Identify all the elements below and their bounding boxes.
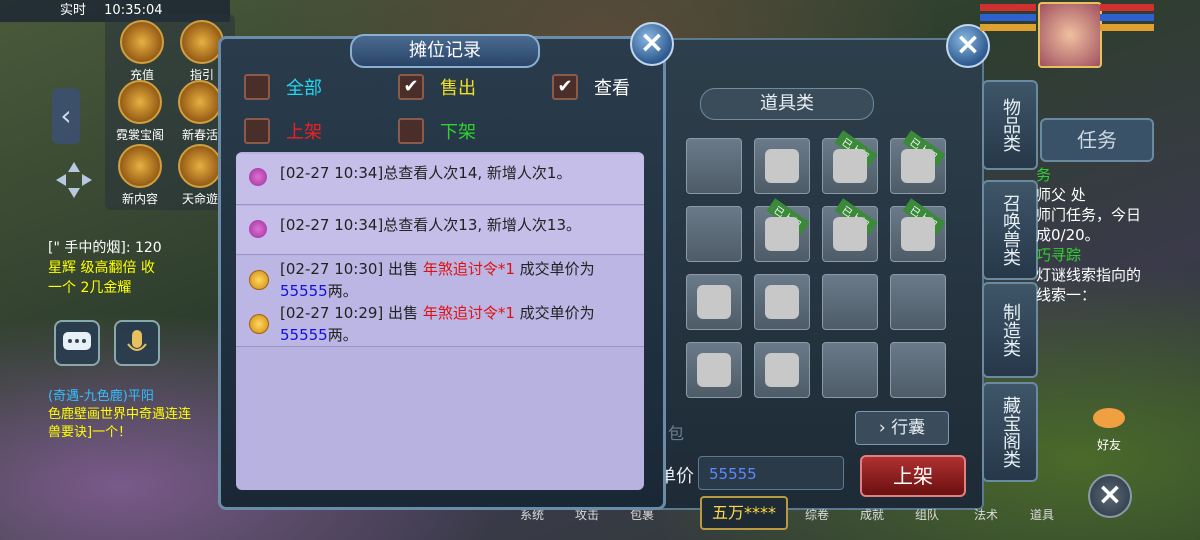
- bag-slot[interactable]: [754, 274, 810, 330]
- bag-slot[interactable]: 已上架: [890, 130, 946, 194]
- bag-slot[interactable]: [686, 138, 742, 194]
- bag-slot[interactable]: [890, 342, 946, 398]
- tab-treasure-house[interactable]: 藏宝阁类: [982, 382, 1038, 482]
- bag-hint: 包: [668, 424, 685, 443]
- record-row: [02-27 10:34]总查看人次14, 新增人次1。: [236, 154, 644, 205]
- checkbox-view[interactable]: ✔: [552, 74, 578, 100]
- checkbox-listed[interactable]: [244, 118, 270, 144]
- recharge-button[interactable]: 充值: [114, 20, 170, 83]
- bag-slot[interactable]: [754, 138, 810, 194]
- record-row: [02-27 10:30] 出售 年煞追讨令*1 成交单价为55555两。: [236, 256, 644, 301]
- tab-crafting[interactable]: 制造类: [982, 282, 1038, 378]
- bag-slot[interactable]: [686, 342, 742, 398]
- move-cross-icon[interactable]: [54, 160, 94, 200]
- bag-slot[interactable]: [754, 342, 810, 398]
- bag-slot[interactable]: [822, 342, 878, 398]
- time-label: 实时: [60, 3, 87, 18]
- costume-shop-button[interactable]: 霓裳宝阁: [112, 80, 168, 143]
- bag-slot[interactable]: [822, 274, 878, 330]
- chat-message: [" 手中的烟]: 120 星辉 级高翻倍 收 一个 2几金耀: [48, 240, 162, 296]
- collapse-close-icon[interactable]: ×: [1088, 474, 1132, 518]
- pet-hp-bar: [1100, 4, 1154, 11]
- bag-button[interactable]: › 行囊: [855, 411, 949, 445]
- record-row: [02-27 10:29] 出售 年煞追讨令*1 成交单价为55555两。: [236, 300, 644, 347]
- bottom-team[interactable]: 组队: [915, 506, 939, 523]
- record-list[interactable]: [02-27 10:34]总查看人次14, 新增人次1。 [02-27 10:3…: [236, 152, 644, 490]
- filter-sold[interactable]: ✔ 售出: [398, 74, 476, 100]
- spring-event-icon: [178, 80, 222, 124]
- filter-delisted[interactable]: 下架: [398, 118, 476, 144]
- costume-shop-icon: [118, 80, 162, 124]
- money-display: 五万****: [700, 496, 788, 530]
- handshake-icon: [1093, 408, 1125, 428]
- pet-exp-bar: [1100, 24, 1154, 31]
- bag-category-title: 道具类: [700, 88, 874, 120]
- microphone-icon[interactable]: [114, 320, 160, 366]
- checkbox-sold[interactable]: ✔: [398, 74, 424, 100]
- person-icon: [249, 220, 267, 238]
- quest-tracker: 务 师父 处 师门任务，今日 成0/20。 巧寻踪 灯谜线索指向的 线索一：: [1036, 166, 1142, 304]
- new-content-icon: [118, 144, 162, 188]
- bottom-skills[interactable]: 法术: [974, 506, 998, 523]
- bottom-scroll[interactable]: 综卷: [805, 506, 829, 523]
- bottom-achievement[interactable]: 成就: [860, 506, 884, 523]
- tab-items[interactable]: 物品类: [982, 80, 1038, 170]
- dialog-title: 摊位记录: [350, 34, 540, 68]
- bag-slot[interactable]: 已上架: [822, 130, 878, 194]
- filter-view[interactable]: ✔ 查看: [552, 74, 630, 100]
- bag-slot[interactable]: 已上架: [754, 198, 810, 262]
- checkbox-all[interactable]: [244, 74, 270, 100]
- hp-bar: [980, 4, 1036, 11]
- chat-bubble-icon[interactable]: [54, 320, 100, 366]
- friends-button[interactable]: 好友: [1086, 402, 1132, 452]
- checkbox-delisted[interactable]: [398, 118, 424, 144]
- tab-summon-pets[interactable]: 召唤兽类: [982, 180, 1038, 280]
- bag-slot[interactable]: 已上架: [890, 198, 946, 262]
- mp-bar: [980, 14, 1036, 21]
- list-item-button[interactable]: 上架: [860, 455, 966, 497]
- coin-icon: [249, 270, 269, 290]
- anger-bar: [980, 24, 1036, 31]
- dialog-close-icon[interactable]: ×: [630, 22, 674, 66]
- person-icon: [249, 168, 267, 186]
- coin-icon: [249, 314, 269, 334]
- pet-mp-bar: [1100, 14, 1154, 21]
- bottom-items[interactable]: 道具: [1030, 506, 1054, 523]
- task-tab[interactable]: 任务: [1040, 118, 1154, 162]
- price-input[interactable]: 55555: [698, 456, 844, 490]
- fate-icon: [178, 144, 222, 188]
- treasure-chest-icon: [120, 20, 164, 64]
- collapse-arrow-icon[interactable]: ‹: [52, 88, 80, 144]
- world-chat: (奇遇-九色鹿)平阳 色鹿壁画世界中奇遇连连 兽要诀]一个！: [48, 389, 192, 440]
- bag-slot[interactable]: [686, 206, 742, 262]
- bag-slot[interactable]: [890, 274, 946, 330]
- filter-listed[interactable]: 上架: [244, 118, 322, 144]
- bag-slot[interactable]: 已上架: [822, 198, 878, 262]
- new-content-button[interactable]: 新内容: [112, 144, 168, 207]
- player-avatar[interactable]: [1038, 2, 1102, 68]
- filter-all[interactable]: 全部: [244, 74, 322, 100]
- bag-slot[interactable]: [686, 274, 742, 330]
- record-row: [02-27 10:34]总查看人次13, 新增人次13。: [236, 206, 644, 255]
